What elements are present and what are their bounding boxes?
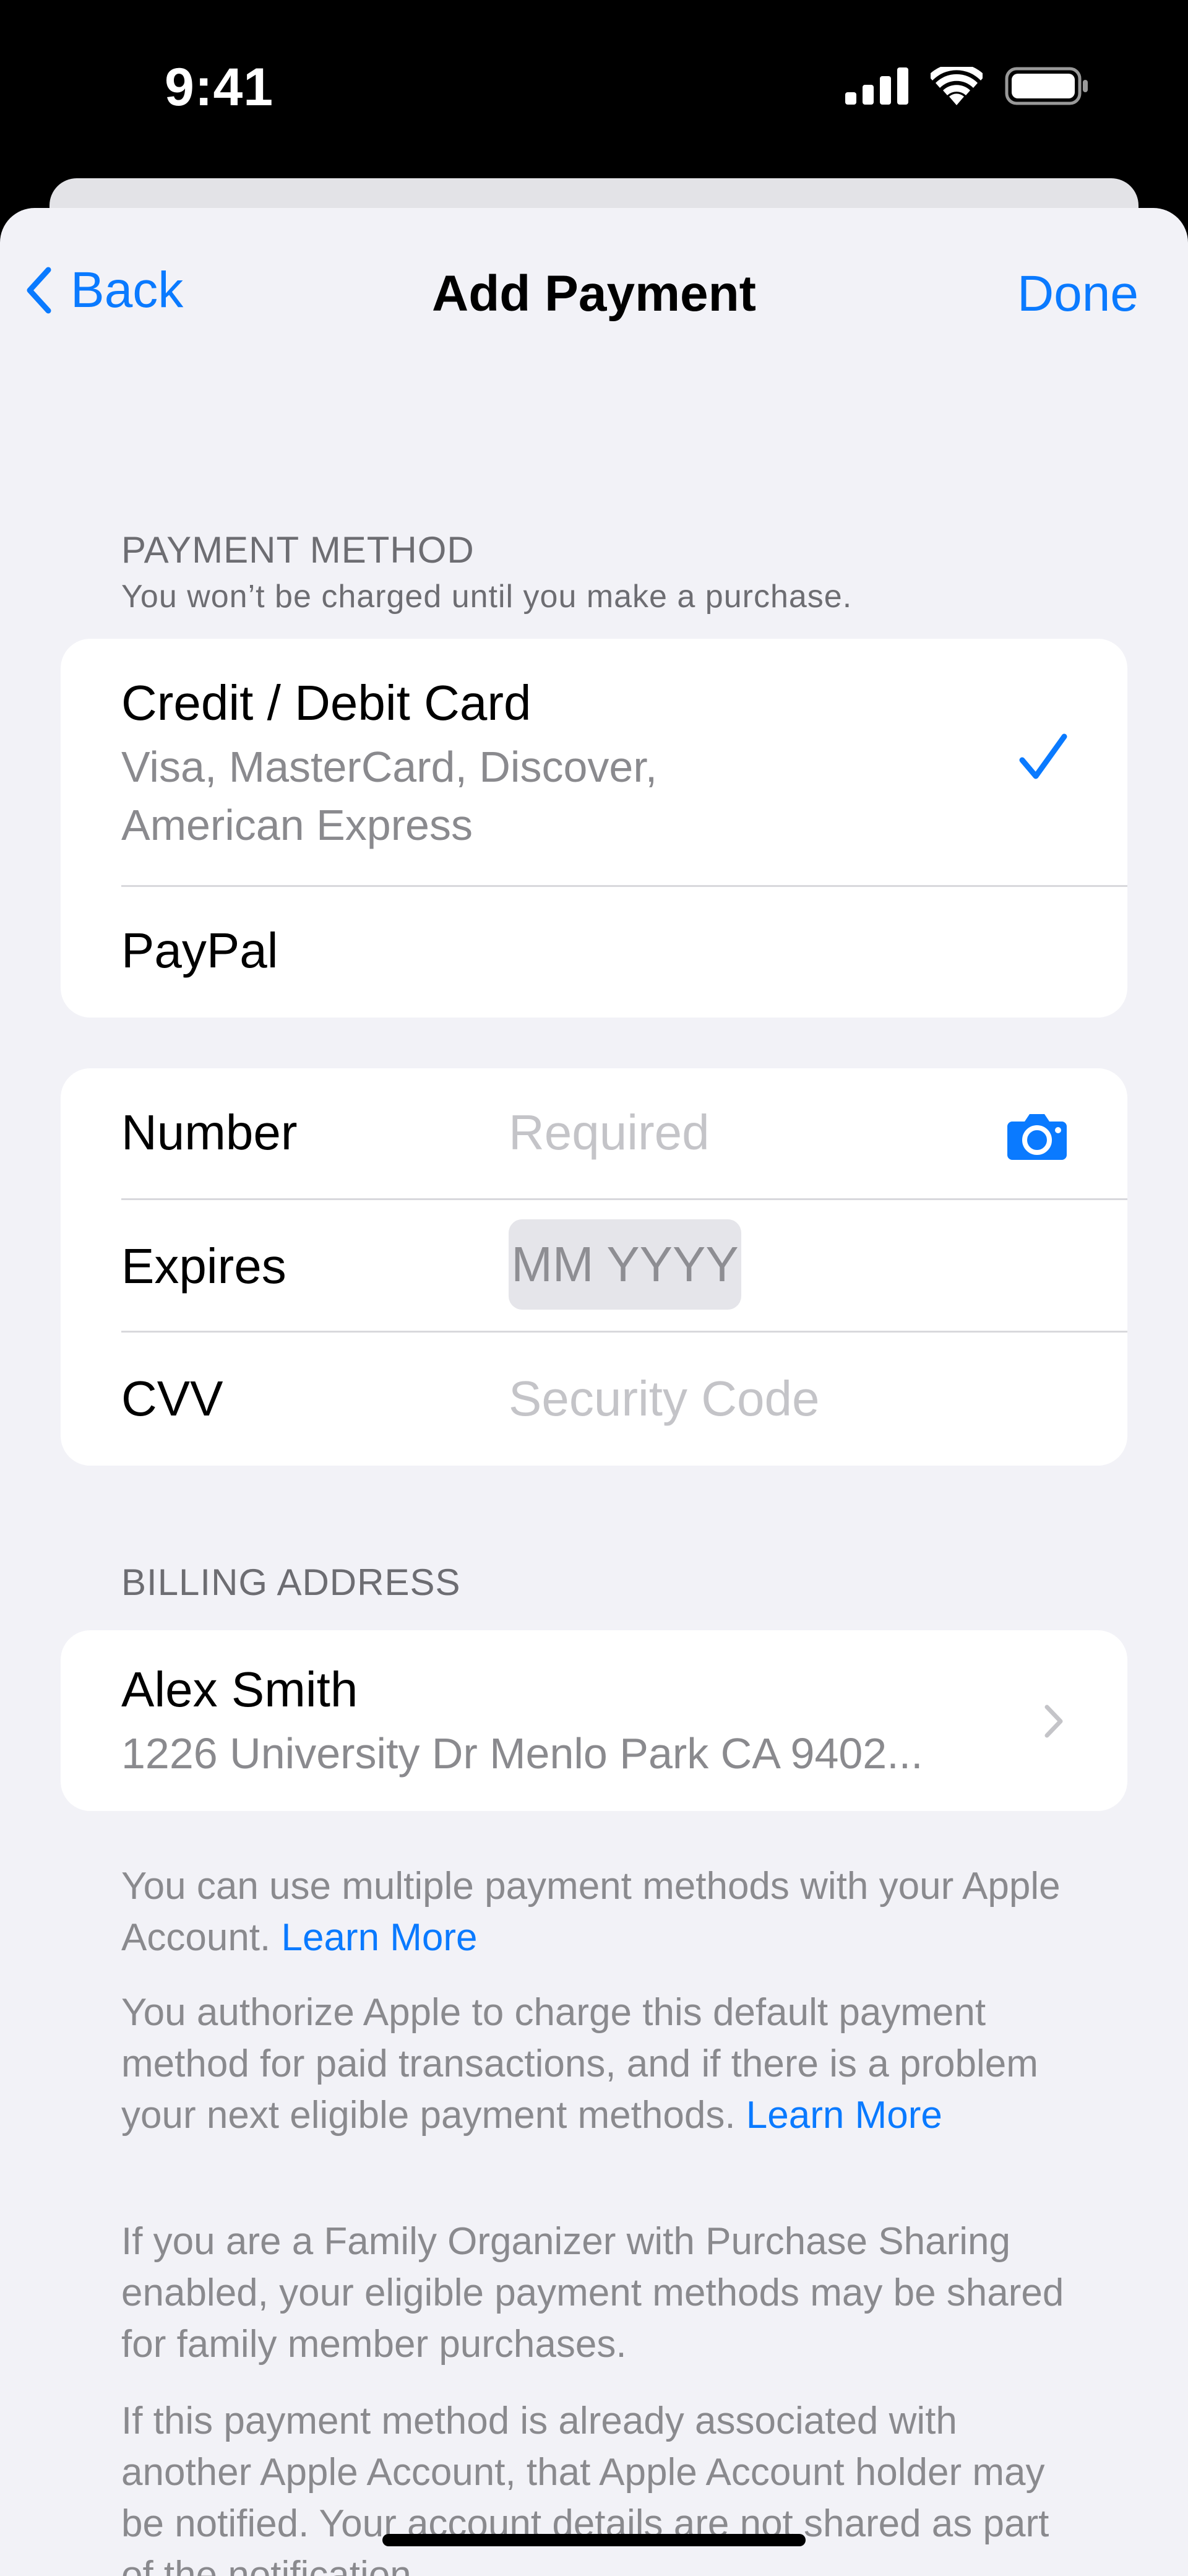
- checkmark-icon: [1019, 733, 1067, 779]
- payment-method-list: Credit / Debit Card Visa, MasterCard, Di…: [61, 639, 1127, 1018]
- chevron-right-icon: [1044, 1705, 1063, 1738]
- billing-name: Alex Smith: [121, 1662, 358, 1717]
- option-paypal[interactable]: PayPal: [61, 886, 1127, 1018]
- page-title: Add Payment: [432, 266, 756, 322]
- cvv-row: CVV Security Code: [61, 1332, 1127, 1466]
- footer-paragraph: You authorize Apple to charge this defau…: [121, 1987, 1087, 2141]
- battery-icon: [1005, 67, 1088, 105]
- expiration-date-input[interactable]: MM YYYY: [509, 1219, 741, 1310]
- card-details-form: Number Required Expires MM YYYY CVV Secu…: [61, 1068, 1127, 1466]
- footer-text: You can use multiple payment methods wit…: [121, 1865, 1061, 1959]
- expires-row: Expires MM YYYY: [61, 1199, 1127, 1332]
- option-credit-debit-card[interactable]: Credit / Debit Card Visa, MasterCard, Di…: [61, 639, 1127, 886]
- footer-paragraph: You can use multiple payment methods wit…: [121, 1861, 1087, 1963]
- expires-label: Expires: [121, 1238, 286, 1294]
- option-title: PayPal: [121, 923, 278, 978]
- number-label: Number: [121, 1105, 298, 1160]
- billing-address: 1226 University Dr Menlo Park CA 9402...: [121, 1729, 923, 1778]
- footer-paragraph: If this payment method is already associ…: [121, 2400, 1049, 2576]
- home-indicator[interactable]: [382, 2534, 806, 2546]
- cvv-label: CVV: [121, 1371, 223, 1426]
- status-icons: [845, 67, 1089, 105]
- billing-address-header: BILLING ADDRESS: [121, 1562, 461, 1603]
- number-row: Number Required: [61, 1068, 1127, 1199]
- card-number-input[interactable]: Required: [509, 1104, 710, 1161]
- learn-more-link[interactable]: Learn More: [746, 2094, 942, 2137]
- option-subtitle-line2: American Express: [121, 801, 473, 849]
- learn-more-link[interactable]: Learn More: [281, 1916, 477, 1959]
- cellular-signal-icon: [845, 67, 908, 105]
- billing-address-card[interactable]: Alex Smith 1226 University Dr Menlo Park…: [61, 1630, 1127, 1811]
- wifi-icon: [931, 67, 983, 105]
- payment-method-header: PAYMENT METHOD: [121, 529, 475, 571]
- add-payment-sheet: Back Add Payment Done PAYMENT METHOD You…: [0, 208, 1188, 2576]
- done-button[interactable]: Done: [1017, 265, 1138, 323]
- camera-icon[interactable]: [1006, 1110, 1068, 1161]
- cvv-input[interactable]: Security Code: [509, 1370, 819, 1427]
- footer-paragraph: If you are a Family Organizer with Purch…: [121, 2220, 1064, 2366]
- payment-method-subheader: You won’t be charged until you make a pu…: [121, 579, 853, 615]
- option-title: Credit / Debit Card: [121, 675, 532, 730]
- option-subtitle-line1: Visa, MasterCard, Discover,: [121, 743, 658, 791]
- status-bar: 9:41: [0, 0, 1188, 179]
- navigation-bar: Back Add Payment Done: [0, 208, 1188, 381]
- status-time: 9:41: [165, 58, 274, 117]
